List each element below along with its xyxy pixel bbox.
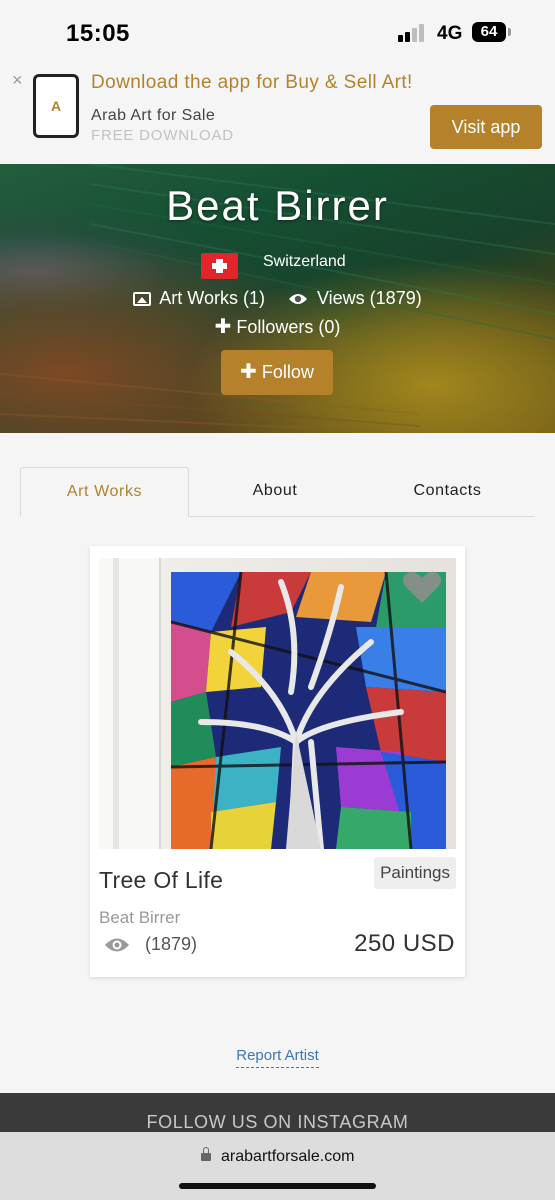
url-text: arabartforsale.com [221, 1148, 355, 1165]
network-type: 4G [437, 23, 463, 44]
home-indicator[interactable] [179, 1183, 376, 1189]
banner-free-download: FREE DOWNLOAD [91, 127, 234, 144]
follow-button-label: Follow [261, 362, 314, 382]
artist-name: Beat Birrer [166, 182, 389, 229]
close-icon[interactable]: × [12, 70, 23, 91]
status-bar: 15:05 4G 64 [0, 0, 555, 66]
views-count: Views (1879) [316, 288, 422, 308]
status-time: 15:05 [66, 20, 130, 47]
tab-art-works[interactable]: Art Works [20, 467, 189, 517]
followers-count: Followers (0) [236, 317, 341, 337]
report-artist-link[interactable]: Report Artist [236, 1047, 319, 1068]
artist-stats: Art Works (1) Views (1879) [0, 288, 555, 309]
follow-button[interactable]: ✚ Follow [221, 350, 333, 395]
stained-glass-tree [170, 571, 447, 849]
plus-icon: ✚ [240, 361, 257, 383]
artwork-category-badge[interactable]: Paintings [374, 857, 456, 889]
art-works-stat: Art Works (1) [133, 288, 265, 309]
views-stat: Views (1879) [288, 288, 422, 309]
followers-stat: ✚ Followers (0) [0, 314, 555, 339]
banner-app-name: Arab Art for Sale [91, 107, 216, 124]
battery-icon: 64 [472, 22, 506, 42]
artwork-artist[interactable]: Beat Birrer [99, 908, 180, 928]
artist-country: Switzerland [263, 253, 346, 270]
browser-url-bar[interactable]: arabartforsale.com [0, 1132, 555, 1200]
image-icon [133, 292, 152, 307]
tab-about[interactable]: About [210, 467, 340, 517]
footer-instagram-title: FOLLOW US ON INSTAGRAM [146, 1112, 409, 1132]
artist-hero: Beat Birrer Switzerland Art Works (1) Vi… [0, 164, 555, 433]
eye-icon [105, 938, 129, 952]
app-logo: A [36, 77, 76, 135]
app-thumbnail: A [33, 74, 79, 138]
visit-app-button[interactable]: Visit app [430, 105, 542, 149]
tab-contacts[interactable]: Contacts [370, 467, 525, 517]
banner-title: Download the app for Buy & Sell Art! [91, 72, 413, 93]
switzerland-flag-icon [201, 253, 238, 279]
heart-icon[interactable] [402, 570, 442, 604]
artwork-image[interactable] [99, 558, 456, 849]
signal-icon [398, 24, 428, 42]
lock-icon [200, 1146, 211, 1161]
painting-canvas [170, 571, 447, 849]
artwork-card[interactable]: Tree Of Life Paintings Beat Birrer (1879… [90, 546, 465, 977]
art-door-frame [99, 558, 161, 849]
profile-tabs: Art Works About Contacts [20, 467, 534, 517]
eye-icon [288, 294, 307, 305]
url-display[interactable]: arabartforsale.com [0, 1146, 555, 1166]
report-artist-container: Report Artist [0, 1047, 555, 1068]
art-works-count: Art Works (1) [159, 288, 265, 308]
artwork-views: (1879) [104, 934, 197, 955]
battery-tip [508, 28, 511, 36]
artwork-title[interactable]: Tree Of Life [99, 867, 223, 894]
plus-icon: ✚ [214, 316, 232, 338]
artwork-price: 250 USD [354, 930, 455, 957]
app-download-banner: × A Download the app for Buy & Sell Art!… [0, 66, 555, 164]
artwork-views-count: (1879) [145, 934, 198, 954]
